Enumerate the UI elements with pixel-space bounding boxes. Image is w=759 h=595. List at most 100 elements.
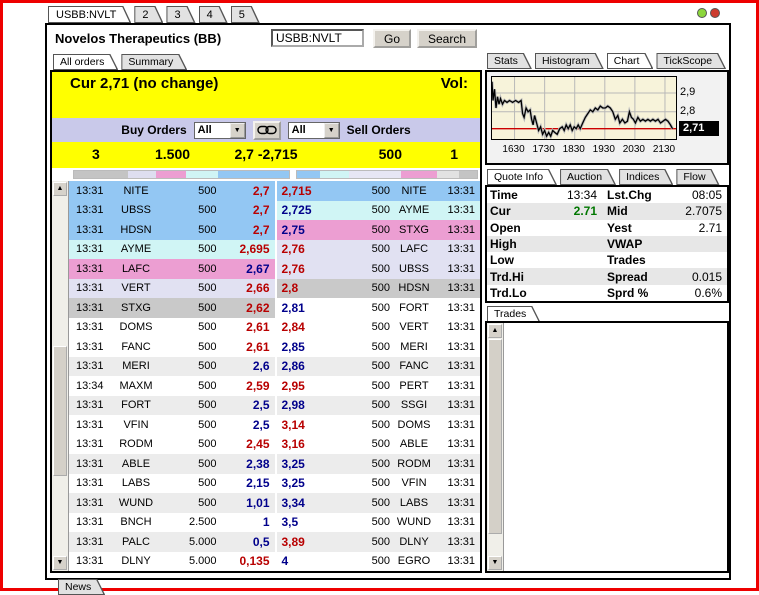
buy-order[interactable]: 13:31AYME5002,695 — [69, 240, 275, 260]
order-book-row[interactable]: 13:31ABLE5002,383,25500RODM13:31 — [69, 454, 480, 474]
trades-scrollbar[interactable]: ▲ ▼ — [487, 323, 504, 571]
buy-order[interactable]: 13:34MAXM5002,59 — [69, 376, 275, 396]
sell-order[interactable]: 2,95500PERT13:31 — [275, 376, 481, 396]
tab-histogram[interactable]: Histogram — [535, 53, 604, 69]
book-tab-summary[interactable]: Summary — [121, 54, 187, 70]
order-book-row[interactable]: 13:31VFIN5002,53,14500DOMS13:31 — [69, 415, 480, 435]
sell-order[interactable]: 3,14500DOMS13:31 — [275, 415, 481, 435]
sell-order[interactable]: 2,81500FORT13:31 — [275, 298, 481, 318]
tab-quote-info[interactable]: Quote Info — [487, 169, 557, 185]
buy-order[interactable]: 13:31LAFC5002,67 — [69, 259, 275, 279]
buy-order[interactable]: 13:31STXG5002,62 — [69, 298, 275, 318]
order-book-row[interactable]: 13:31DOMS5002,612,84500VERT13:31 — [69, 318, 480, 338]
scroll-up-icon[interactable]: ▲ — [488, 324, 502, 338]
window-tab-3[interactable]: 3 — [166, 6, 195, 23]
order-book-row[interactable]: 13:31FORT5002,52,98500SSGI13:31 — [69, 396, 480, 416]
buy-order[interactable]: 13:31DLNY5.0000,135 — [69, 552, 275, 572]
sell-order[interactable]: 2,8500HDSN13:31 — [275, 279, 481, 299]
order-book-row[interactable]: 13:31WUND5001,013,34500LABS13:31 — [69, 493, 480, 513]
order-book-row[interactable]: 13:34MAXM5002,592,95500PERT13:31 — [69, 376, 480, 396]
order-book-row[interactable]: 13:31VERT5002,662,8500HDSN13:31 — [69, 279, 480, 299]
sell-order[interactable]: 2,715500NITE13:31 — [275, 181, 481, 201]
symbol-input[interactable] — [271, 29, 364, 47]
order-book-row[interactable]: 13:31HDSN5002,72,75500STXG13:31 — [69, 220, 480, 240]
buy-order[interactable]: 13:31WUND5001,01 — [69, 493, 275, 513]
order-book-row[interactable]: 13:31STXG5002,622,81500FORT13:31 — [69, 298, 480, 318]
sell-order[interactable]: 4500EGRO13:31 — [275, 552, 481, 572]
book-tab-all-orders[interactable]: All orders — [53, 54, 118, 70]
tab-news[interactable]: News — [58, 579, 105, 595]
buy-order[interactable]: 13:31VFIN5002,5 — [69, 415, 275, 435]
order-book-row[interactable]: 13:31LABS5002,153,25500VFIN13:31 — [69, 474, 480, 494]
buy-size: 2.500 — [163, 516, 217, 528]
scroll-up-icon[interactable]: ▲ — [53, 182, 67, 196]
buy-size: 500 — [163, 458, 217, 470]
order-book-row[interactable]: 13:31DLNY5.0000,1354500EGRO13:31 — [69, 552, 480, 572]
buy-order[interactable]: 13:31HDSN5002,7 — [69, 220, 275, 240]
buy-order[interactable]: 13:31ABLE5002,38 — [69, 454, 275, 474]
sell-order[interactable]: 2,84500VERT13:31 — [275, 318, 481, 338]
window-tab-2[interactable]: 2 — [134, 6, 163, 23]
tab-auction[interactable]: Auction — [560, 169, 616, 185]
sell-order[interactable]: 2,76500UBSS13:31 — [275, 259, 481, 279]
sell-order[interactable]: 3,25500VFIN13:31 — [275, 474, 481, 494]
buy-order[interactable]: 13:31BNCH2.5001 — [69, 513, 275, 533]
sell-order[interactable]: 2,725500AYME13:31 — [275, 201, 481, 221]
sell-order[interactable]: 2,75500STXG13:31 — [275, 220, 481, 240]
sell-order[interactable]: 3,34500LABS13:31 — [275, 493, 481, 513]
buy-order[interactable]: 13:31DOMS5002,61 — [69, 318, 275, 338]
sell-order[interactable]: 2,98500SSGI13:31 — [275, 396, 481, 416]
tab-trades[interactable]: Trades — [487, 306, 540, 322]
buy-order[interactable]: 13:31UBSS5002,7 — [69, 201, 275, 221]
link-filters-button[interactable] — [253, 121, 281, 140]
search-button[interactable]: Search — [417, 29, 477, 48]
buy-order[interactable]: 13:31PALC5.0000,5 — [69, 532, 275, 552]
tab-label: Chart — [608, 54, 652, 68]
buy-order[interactable]: 13:31LABS5002,15 — [69, 474, 275, 494]
book-scrollbar[interactable]: ▲ ▼ — [52, 181, 69, 571]
tab-chart[interactable]: Chart — [607, 53, 654, 69]
scrollbar-thumb[interactable] — [53, 346, 67, 476]
buy-order[interactable]: 13:31MERI5002,6 — [69, 357, 275, 377]
buy-order[interactable]: 13:31NITE5002,7 — [69, 181, 275, 201]
order-book-row[interactable]: 13:31BNCH2.50013,5500WUND13:31 — [69, 513, 480, 533]
order-book-row[interactable]: 13:31AYME5002,6952,76500LAFC13:31 — [69, 240, 480, 260]
tab-tickscope[interactable]: TickScope — [656, 53, 726, 69]
status-green-icon[interactable] — [697, 8, 707, 18]
sell-order[interactable]: 3,16500ABLE13:31 — [275, 435, 481, 455]
scroll-down-icon[interactable]: ▼ — [53, 556, 67, 570]
sell-time: 13:31 — [438, 497, 480, 509]
order-book-row[interactable]: 13:31PALC5.0000,53,89500DLNY13:31 — [69, 532, 480, 552]
scrollbar-thumb[interactable] — [488, 339, 502, 534]
quote-label: Cur — [487, 204, 539, 218]
window-tab-5[interactable]: 5 — [231, 6, 260, 23]
order-book-row[interactable]: 13:31LAFC5002,672,76500UBSS13:31 — [69, 259, 480, 279]
scroll-down-icon[interactable]: ▼ — [488, 556, 502, 570]
status-red-icon[interactable] — [710, 8, 720, 18]
sell-order[interactable]: 2,86500FANC13:31 — [275, 357, 481, 377]
go-button[interactable]: Go — [373, 29, 411, 48]
chevron-down-icon[interactable]: ▼ — [230, 123, 245, 138]
buy-filter-select[interactable]: All ▼ — [194, 122, 246, 139]
sell-order[interactable]: 2,76500LAFC13:31 — [275, 240, 481, 260]
tab-stats[interactable]: Stats — [487, 53, 532, 69]
sell-order[interactable]: 3,5500WUND13:31 — [275, 513, 481, 533]
sell-order[interactable]: 3,89500DLNY13:31 — [275, 532, 481, 552]
buy-order[interactable]: 13:31VERT5002,66 — [69, 279, 275, 299]
order-book-row[interactable]: 13:31RODM5002,453,16500ABLE13:31 — [69, 435, 480, 455]
tab-flow[interactable]: Flow — [676, 169, 719, 185]
buy-order[interactable]: 13:31RODM5002,45 — [69, 435, 275, 455]
buy-order[interactable]: 13:31FORT5002,5 — [69, 396, 275, 416]
order-book-row[interactable]: 13:31NITE5002,72,715500NITE13:31 — [69, 181, 480, 201]
order-book-row[interactable]: 13:31MERI5002,62,86500FANC13:31 — [69, 357, 480, 377]
sell-order[interactable]: 2,85500MERI13:31 — [275, 337, 481, 357]
window-tab-usbb-nvlt[interactable]: USBB:NVLT — [48, 6, 131, 23]
sell-order[interactable]: 3,25500RODM13:31 — [275, 454, 481, 474]
window-tab-4[interactable]: 4 — [199, 6, 228, 23]
buy-order[interactable]: 13:31FANC5002,61 — [69, 337, 275, 357]
order-book-row[interactable]: 13:31UBSS5002,72,725500AYME13:31 — [69, 201, 480, 221]
order-book-row[interactable]: 13:31FANC5002,612,85500MERI13:31 — [69, 337, 480, 357]
chevron-down-icon[interactable]: ▼ — [324, 123, 339, 138]
sell-filter-select[interactable]: All ▼ — [288, 122, 340, 139]
tab-indices[interactable]: Indices — [619, 169, 673, 185]
